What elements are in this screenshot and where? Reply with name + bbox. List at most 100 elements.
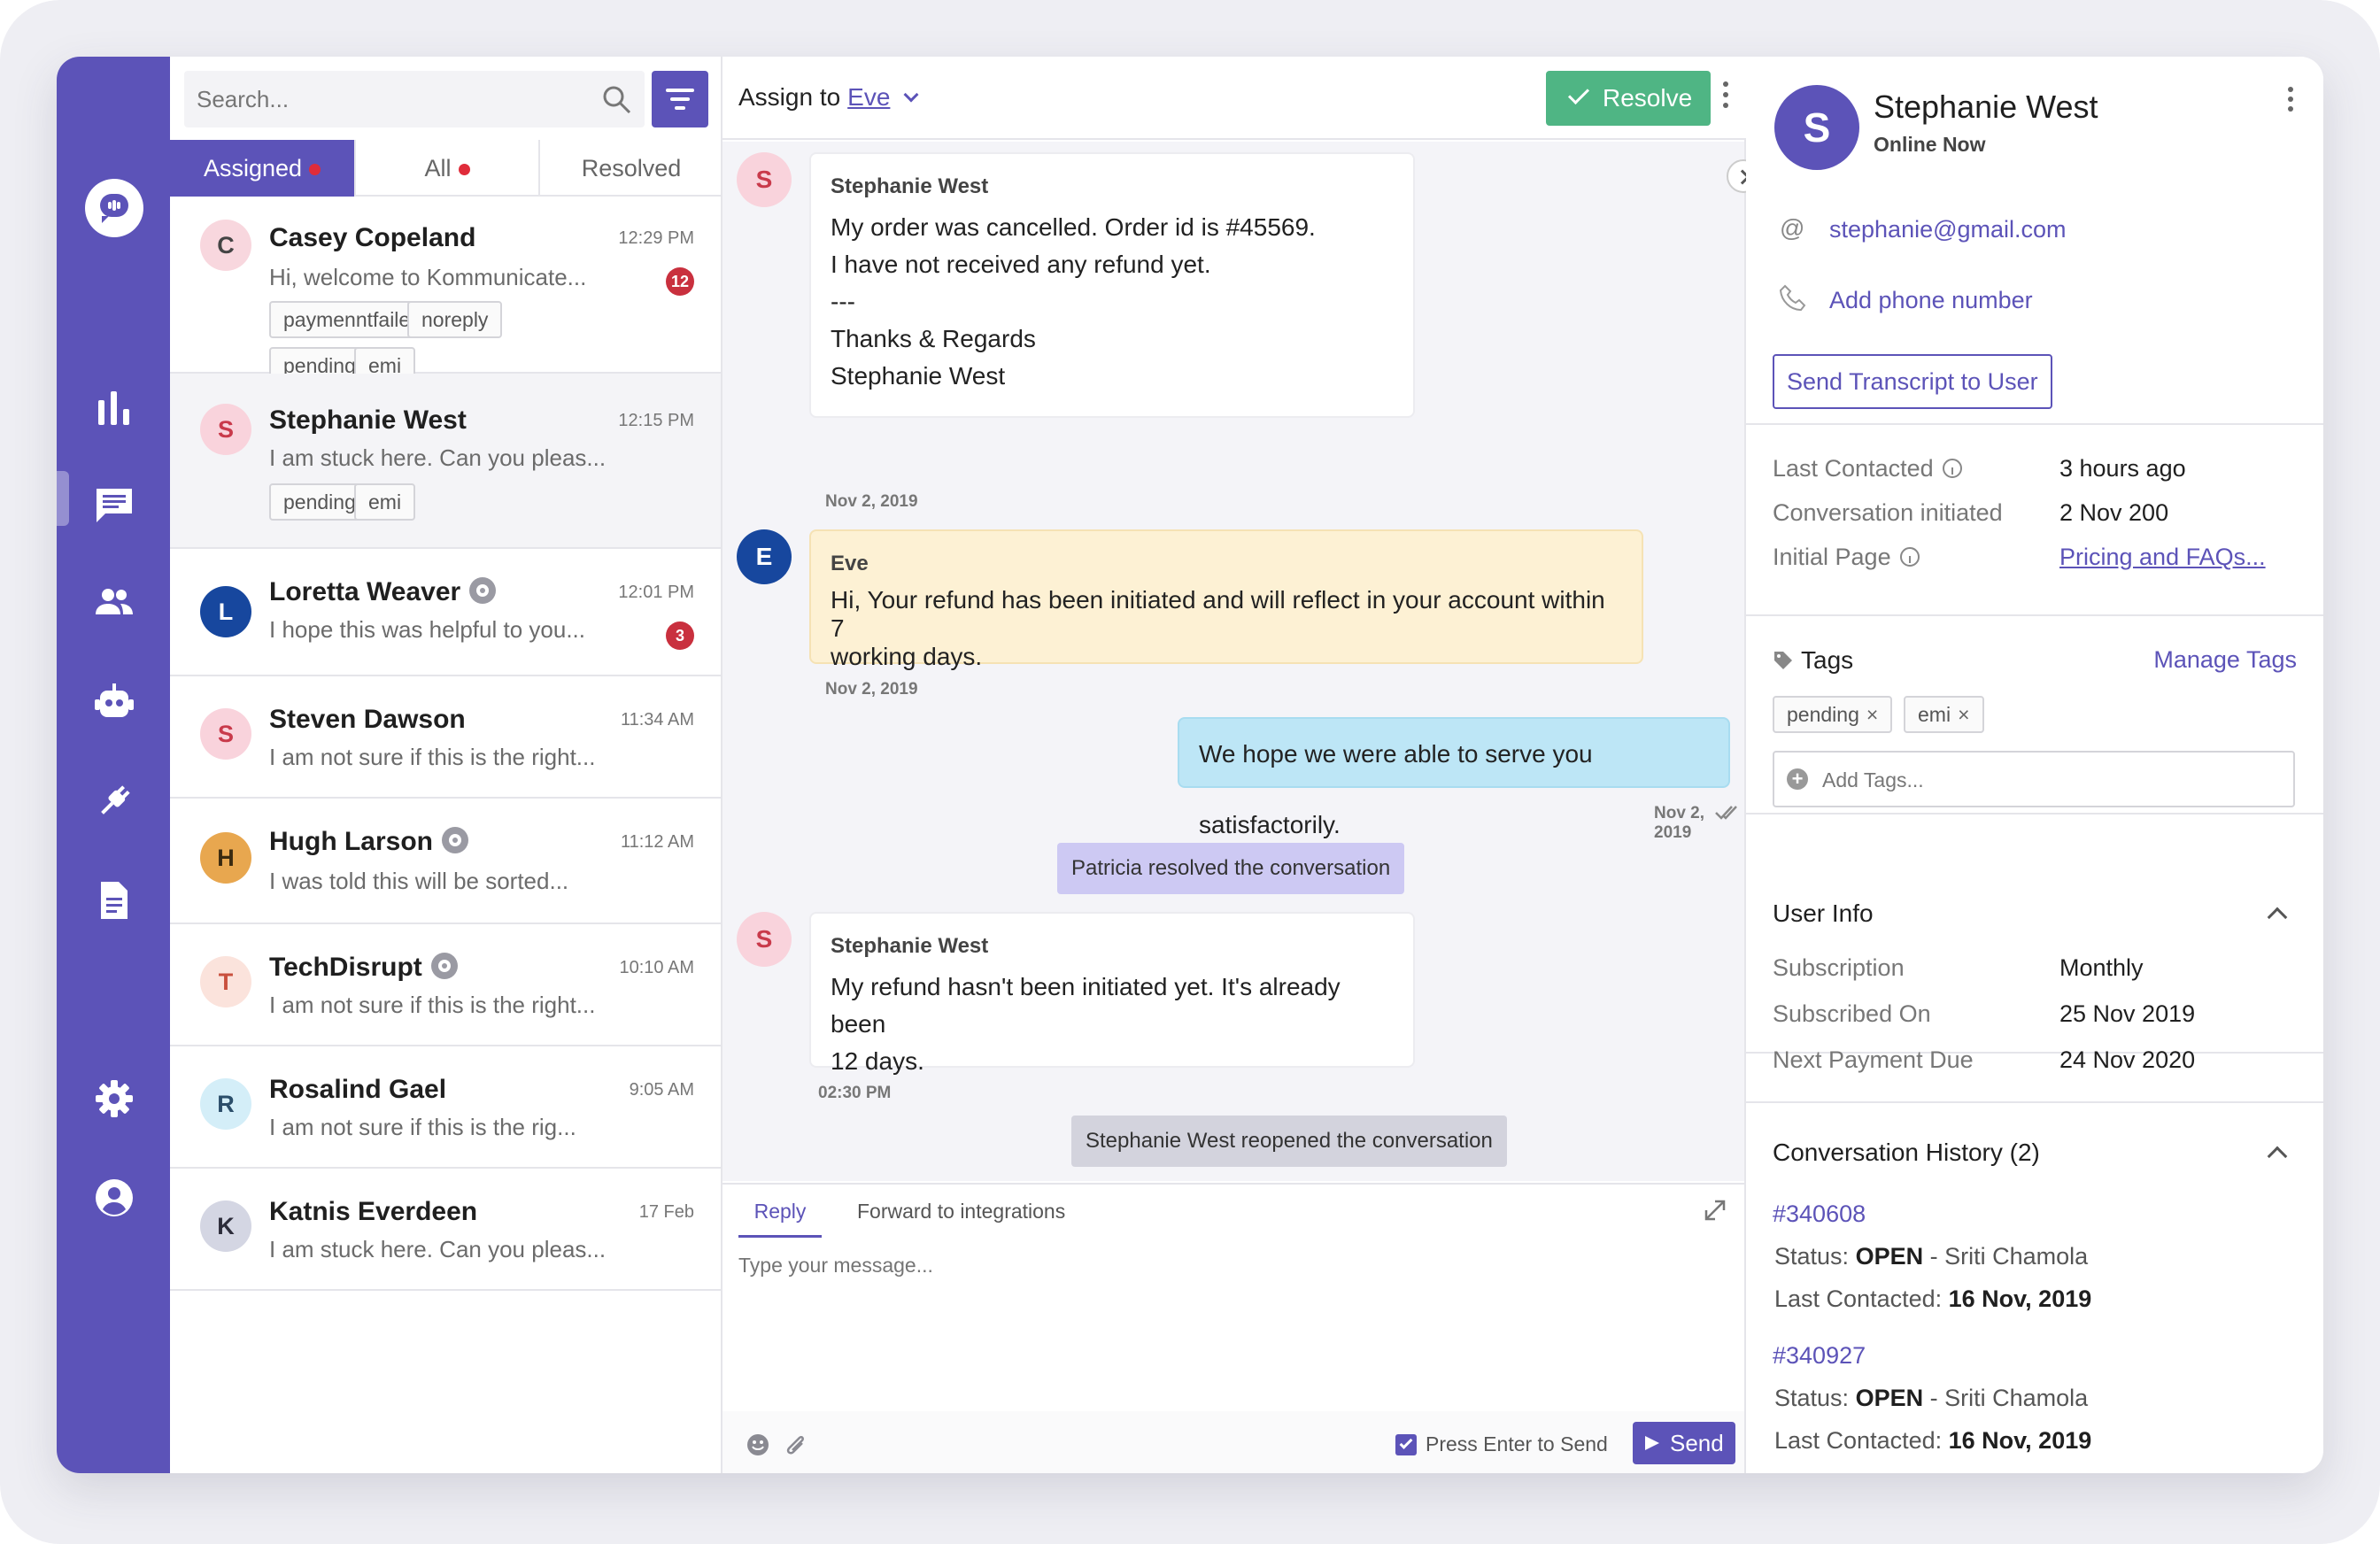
outgoing-message: We hope we were able to serve you satisf… (1178, 717, 1730, 838)
press-enter-checkbox[interactable] (1395, 1434, 1417, 1455)
check-icon (1567, 82, 1590, 105)
conversation-item-techdisrupt[interactable]: T TechDisrupt 10:10 AM I am not sure if … (170, 924, 721, 1046)
message-input[interactable] (738, 1254, 1712, 1360)
tag-chip[interactable]: emi (354, 483, 416, 521)
last-contacted-label: Last Contacted: (1774, 1427, 1943, 1454)
message-sender: Eve (831, 552, 869, 575)
tag-label: emi (1918, 703, 1951, 726)
contact-name: TechDisrupt (269, 953, 458, 983)
info-value: 24 Nov 2020 (2059, 1046, 2196, 1073)
message-sender: Stephanie West (831, 174, 989, 198)
tab-all[interactable]: All (356, 140, 538, 197)
message-line: Stephanie West (831, 362, 1006, 390)
detail-label-text: Last Contacted (1773, 455, 1934, 482)
more-options-icon[interactable] (2284, 87, 2297, 119)
assign-label: Assign to (738, 83, 841, 111)
agent-message: Eve Hi, Your refund has been initiated a… (809, 529, 1643, 670)
assignee-name[interactable]: Eve (847, 83, 890, 111)
phone-icon (1779, 284, 1806, 312)
attachment-icon[interactable] (783, 1431, 809, 1459)
faq-document-icon[interactable] (94, 880, 135, 921)
profile-icon[interactable] (94, 1177, 135, 1218)
status-value: OPEN (1855, 1385, 1924, 1411)
composer-toolbar: Press Enter to Send Send (722, 1411, 1744, 1473)
tab-label: Assigned (203, 155, 303, 181)
conversation-time: 17 Feb (638, 1202, 694, 1222)
search-icon[interactable] (600, 83, 632, 115)
contact-name: Steven Dawson (269, 705, 466, 734)
user-status: Online Now (1874, 133, 1986, 156)
chat-panel: Assign to Eve Resolve S Stephanie West My… (722, 57, 1760, 1473)
agent-name: - Sriti Chamola (1929, 1385, 2089, 1411)
bot-icon[interactable] (94, 682, 135, 722)
conversation-item-stephanie-west[interactable]: S Stephanie West 12:15 PM I am stuck her… (170, 374, 721, 549)
user-profile-section: S Stephanie West Online Now @ stephanie@… (1746, 57, 2323, 425)
reports-icon[interactable] (94, 388, 135, 428)
message-thread: S Stephanie West My order was cancelled.… (722, 142, 1760, 1181)
integrations-plug-icon[interactable] (94, 781, 135, 822)
unread-count-badge: 3 (666, 621, 694, 650)
conversation-item-steven-dawson[interactable]: S Steven Dawson 11:34 AM I am not sure i… (170, 676, 721, 799)
system-event-reopened: Stephanie West reopened the conversation (1071, 1116, 1507, 1167)
app-logo-icon[interactable] (85, 179, 143, 237)
tags-title: Tags (1801, 646, 1854, 674)
users-icon[interactable] (94, 583, 135, 623)
tab-reply[interactable]: Reply (738, 1185, 822, 1238)
remove-tag-icon[interactable]: × (1866, 703, 1878, 726)
history-title: Conversation History (2) (1773, 1139, 2040, 1166)
tag-chip[interactable]: pending × (1773, 696, 1893, 733)
user-details-panel: S Stephanie West Online Now @ stephanie@… (1746, 57, 2323, 1473)
avatar: T (200, 956, 251, 1007)
more-options-icon[interactable] (1719, 81, 1732, 117)
emoji-icon[interactable] (746, 1432, 770, 1457)
conversation-item-katnis-everdeen[interactable]: K Katnis Everdeen 17 Feb I am stuck here… (170, 1169, 721, 1291)
contact-name: Casey Copeland (269, 223, 476, 252)
detail-label: Last Contacted (1773, 455, 1962, 482)
info-icon[interactable] (1899, 547, 1920, 567)
collapse-chevron-icon[interactable] (2267, 1146, 2288, 1167)
conversation-item-rosalind-gael[interactable]: R Rosalind Gael 9:05 AM I am not sure if… (170, 1046, 721, 1169)
contact-name-text: Hugh Larson (269, 827, 433, 856)
add-tags-field[interactable]: + Add Tags... (1773, 751, 2295, 807)
user-email[interactable]: stephanie@gmail.com (1829, 216, 2067, 243)
tag-chip[interactable]: emi × (1904, 696, 1984, 733)
filter-icon[interactable] (652, 71, 708, 127)
collapse-chevron-icon[interactable] (2267, 907, 2288, 928)
add-phone-link[interactable]: Add phone number (1829, 287, 2033, 314)
user-name: Stephanie West (1874, 89, 2098, 125)
history-status: Status: OPEN - Sriti Chamola (1774, 1385, 2088, 1412)
message-preview: I am not sure if this is the rig... (269, 1114, 576, 1140)
incoming-message: Stephanie West My order was cancelled. O… (809, 152, 1415, 418)
message-sender: Stephanie West (831, 934, 989, 958)
tab-forward-to-integrations[interactable]: Forward to integrations (857, 1185, 1065, 1238)
expand-icon[interactable] (1702, 1197, 1728, 1224)
tag-label: pending (1787, 703, 1859, 726)
conversation-item-loretta-weaver[interactable]: L Loretta Weaver 12:01 PM I hope this wa… (170, 549, 721, 676)
settings-gear-icon[interactable] (94, 1078, 135, 1119)
resolve-button[interactable]: Resolve (1546, 71, 1711, 126)
avatar: S (737, 152, 792, 207)
conversation-item-hugh-larson[interactable]: H Hugh Larson 11:12 AM I was told this w… (170, 799, 721, 924)
tab-resolved[interactable]: Resolved (540, 140, 722, 197)
send-button[interactable]: Send (1633, 1422, 1735, 1464)
info-icon[interactable] (1942, 459, 1962, 478)
initial-page-link[interactable]: Pricing and FAQs... (2059, 544, 2266, 571)
assign-dropdown[interactable]: Assign to Eve (738, 83, 919, 112)
history-conversation-link[interactable]: #340927 (1773, 1342, 1866, 1370)
contact-name: Loretta Weaver (269, 577, 497, 607)
app-window: Assigned All Resolved C Casey Copeland 1… (57, 57, 2323, 1473)
reply-composer: Reply Forward to integrations Press Ente… (722, 1183, 1744, 1473)
conversation-item-casey-copeland[interactable]: C Casey Copeland 12:29 PM Hi, welcome to… (170, 198, 721, 384)
send-icon (1645, 1436, 1659, 1450)
history-last-contacted: Last Contacted: 16 Nov, 2019 (1774, 1427, 2091, 1455)
remove-tag-icon[interactable]: × (1958, 703, 1969, 726)
conversations-icon[interactable] (57, 471, 135, 526)
history-conversation-link[interactable]: #340608 (1773, 1200, 1866, 1228)
tab-assigned[interactable]: Assigned (170, 140, 354, 197)
tag-chip[interactable]: noreply (407, 301, 503, 338)
message-line: My refund hasn't been initiated yet. It'… (831, 973, 1341, 1038)
search-input[interactable] (197, 71, 586, 127)
send-transcript-button[interactable]: Send Transcript to User (1773, 354, 2052, 409)
press-enter-label: Press Enter to Send (1426, 1432, 1608, 1455)
manage-tags-link[interactable]: Manage Tags (2153, 646, 2297, 674)
